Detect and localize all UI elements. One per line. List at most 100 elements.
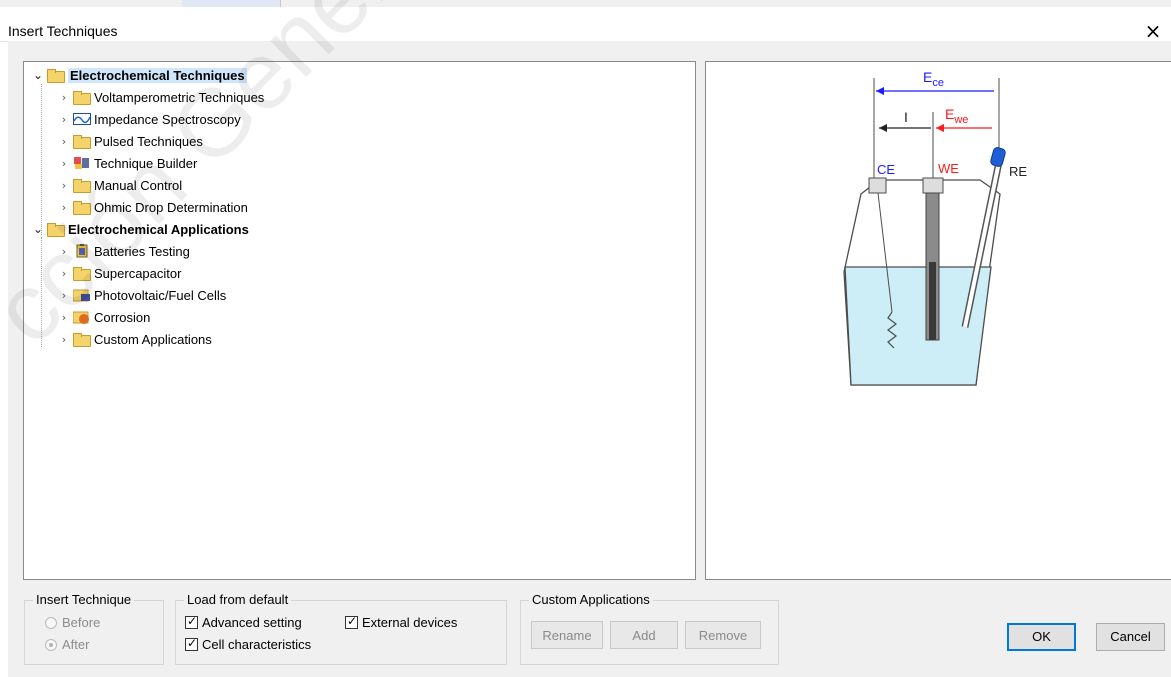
builder-icon [73,156,91,170]
tree-node-manual-control[interactable]: › Manual Control [58,175,182,195]
tree-node-pulsed-techniques[interactable]: › Pulsed Techniques [58,131,203,151]
chevron-right-icon[interactable]: › [58,333,70,346]
chevron-right-icon[interactable]: › [58,201,70,214]
tree-node-label: Batteries Testing [94,243,190,259]
chevron-right-icon[interactable]: › [58,113,70,126]
external-devices-checkbox[interactable]: External devices [345,614,458,630]
folder-icon [73,266,91,281]
cancel-button[interactable]: Cancel [1096,623,1165,651]
group-title: Insert Technique [33,592,135,607]
folder-icon [73,332,91,347]
checkbox-label: External devices [362,615,458,630]
titlebar: Insert Techniques × [0,7,1171,43]
window-title: Insert Techniques [8,23,118,39]
battery-icon [73,244,91,258]
before-option[interactable]: Before [45,615,100,630]
ce-cap [868,177,887,194]
tree-node-batteries-testing[interactable]: › Batteries Testing [58,241,190,261]
custom-applications-group: Custom Applications Rename Add Remove [520,592,779,665]
tree-node-supercapacitor[interactable]: › Supercapacitor [58,263,181,283]
reference-electrode-cap [990,147,1006,167]
we-label: WE [938,161,959,176]
window-frame [0,0,1171,7]
tree-node-impedance-spectroscopy[interactable]: › Impedance Spectroscopy [58,109,241,129]
ce-label: CE [877,162,895,177]
chevron-right-icon[interactable]: › [58,267,70,280]
checkbox-checked-icon[interactable] [185,636,198,651]
we-cap [922,177,944,194]
group-title: Custom Applications [529,592,653,607]
tree-node-label: Photovoltaic/Fuel Cells [94,287,227,303]
ewe-label: Ewe [945,106,968,126]
ewe-arrow-head [936,124,944,132]
tree-node-custom-applications[interactable]: › Custom Applications [58,329,212,349]
folder-icon [73,178,91,193]
chevron-right-icon[interactable]: › [58,179,70,192]
tree-node-label: Custom Applications [94,331,212,347]
corrosion-icon [72,310,91,324]
option-label: After [62,637,90,652]
chevron-right-icon[interactable]: › [58,157,70,170]
folder-icon [47,222,65,237]
chevron-right-icon[interactable]: › [58,289,70,302]
folder-icon [47,68,65,83]
tree-node-label: Electrochemical Applications [68,221,249,237]
chevron-down-icon[interactable]: ⌄ [32,222,44,236]
tree-node-label: Technique Builder [94,155,198,171]
current-label: I [904,109,908,125]
working-electrode-stem [929,262,936,340]
tree-node-label: Supercapacitor [94,265,182,281]
radio-checked-icon[interactable] [45,638,57,651]
tree-node-photovoltaic[interactable]: › Photovoltaic/Fuel Cells [58,285,226,305]
after-option[interactable]: After [45,637,89,652]
folder-icon [73,90,91,105]
folder-icon [73,134,91,149]
load-default-group: Load from default Advanced setting Exter… [175,592,507,665]
cell-characteristics-checkbox[interactable]: Cell characteristics [185,636,312,652]
remove-button[interactable]: Remove [685,621,761,649]
checkbox-checked-icon[interactable] [345,614,358,629]
tree-guide-line [41,84,42,235]
tree-node-technique-builder[interactable]: › Technique Builder [58,153,198,173]
chevron-right-icon[interactable]: › [58,135,70,148]
cell-diagram-panel: Ece Ewe I CE WE RE [705,61,1171,580]
tree-node-electrochemical-applications[interactable]: ⌄ Electrochemical Applications [32,219,249,239]
technique-tree[interactable]: ⌄ Electrochemical Techniques › Voltamper… [23,61,696,580]
add-button[interactable]: Add [610,621,678,649]
folder-icon [73,200,91,215]
ok-button[interactable]: OK [1007,623,1076,651]
tree-node-label: Electrochemical Techniques [68,67,247,83]
photovoltaic-icon [72,288,91,302]
group-title: Load from default [184,592,292,607]
chevron-right-icon[interactable]: › [58,91,70,104]
checkbox-label: Advanced setting [202,615,302,630]
tree-node-electrochemical-techniques[interactable]: ⌄ Electrochemical Techniques [32,65,247,85]
electrolyte [844,266,992,386]
ece-arrow-head [876,87,884,95]
current-arrow-head [879,124,887,132]
re-label: RE [1009,164,1027,179]
tree-node-label: Pulsed Techniques [94,133,203,149]
close-icon[interactable]: × [1141,19,1165,43]
tree-guide-line [41,237,42,347]
tree-node-label: Voltamperometric Techniques [94,89,265,105]
cell-diagram: Ece Ewe I CE WE RE [843,69,1027,386]
chevron-down-icon[interactable]: ⌄ [32,68,44,82]
radio-icon[interactable] [45,616,57,629]
chevron-right-icon[interactable]: › [58,245,70,258]
chevron-right-icon[interactable]: › [58,311,70,324]
impedance-icon [73,112,91,126]
advanced-setting-checkbox[interactable]: Advanced setting [185,614,302,630]
rename-button[interactable]: Rename [531,621,603,649]
tree-node-label: Corrosion [94,309,151,325]
tree-node-label: Impedance Spectroscopy [94,111,241,127]
checkbox-label: Cell characteristics [202,637,312,652]
tree-node-voltamperometric-techniques[interactable]: › Voltamperometric Techniques [58,87,264,107]
tree-node-corrosion[interactable]: › Corrosion [58,307,151,327]
option-label: Before [62,615,101,630]
tree-node-label: Ohmic Drop Determination [94,199,248,215]
ece-label: Ece [923,69,944,89]
background-tab-fragment [182,0,281,7]
tree-node-ohmic-drop[interactable]: › Ohmic Drop Determination [58,197,248,217]
checkbox-checked-icon[interactable] [185,614,198,629]
